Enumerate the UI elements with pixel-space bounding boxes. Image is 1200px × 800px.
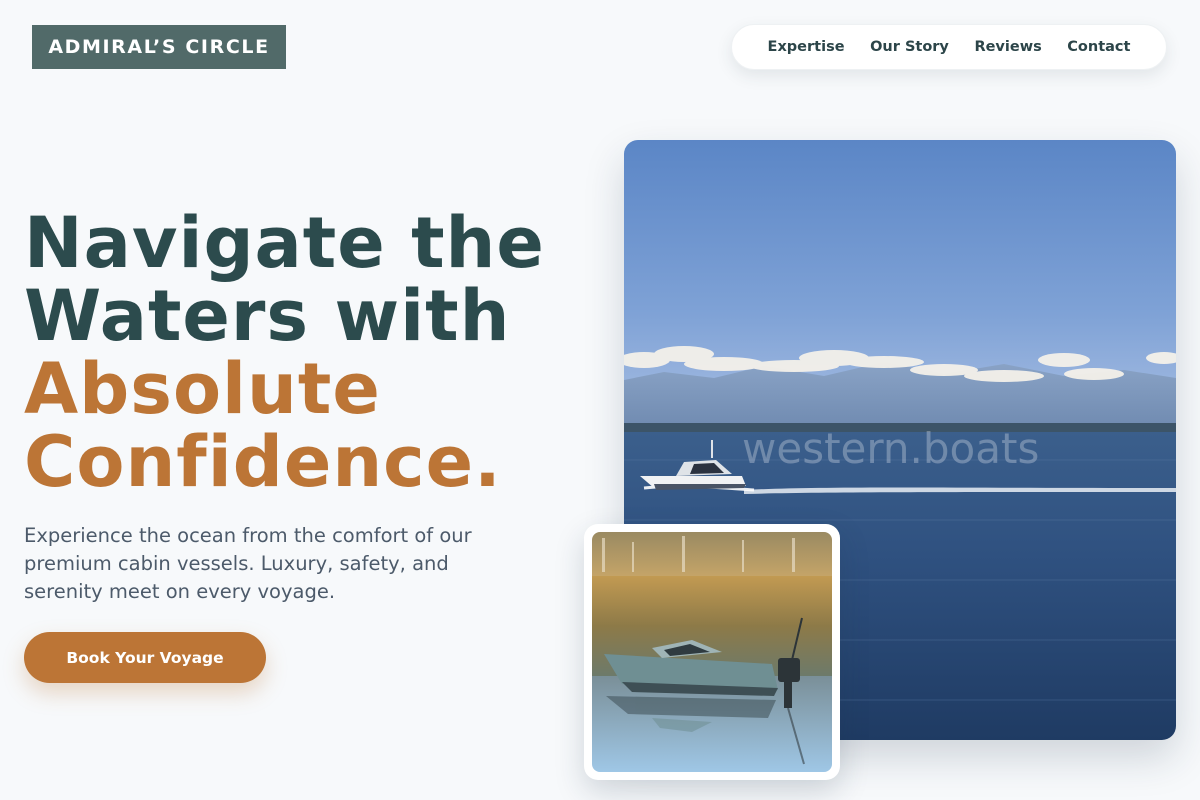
brand-name: ADMIRAL’S CIRCLE <box>48 36 270 58</box>
hero-headline: Navigate the Waters with Absolute Confid… <box>24 207 604 499</box>
lake-boat-illustration <box>592 532 832 772</box>
nav-item-expertise[interactable]: Expertise <box>768 39 845 55</box>
nav-item-our-story[interactable]: Our Story <box>870 39 949 55</box>
headline-line-4: Confidence. <box>24 421 502 503</box>
nav-item-contact[interactable]: Contact <box>1067 39 1130 55</box>
hero-subtext: Experience the ocean from the comfort of… <box>24 524 472 603</box>
brand-logo[interactable]: ADMIRAL’S CIRCLE <box>32 25 286 69</box>
book-voyage-button[interactable]: Book Your Voyage <box>24 632 266 683</box>
image-watermark: western.boats <box>742 424 1040 473</box>
secondary-image-card <box>584 524 840 780</box>
headline-line-1: Navigate the <box>24 202 545 284</box>
headline-line-3: Absolute <box>24 348 381 430</box>
nav-item-reviews[interactable]: Reviews <box>974 39 1041 55</box>
headline-line-2: Waters with <box>24 275 511 357</box>
main-nav: Expertise Our Story Reviews Contact <box>731 24 1167 70</box>
fishing-boat-photo <box>592 532 832 772</box>
